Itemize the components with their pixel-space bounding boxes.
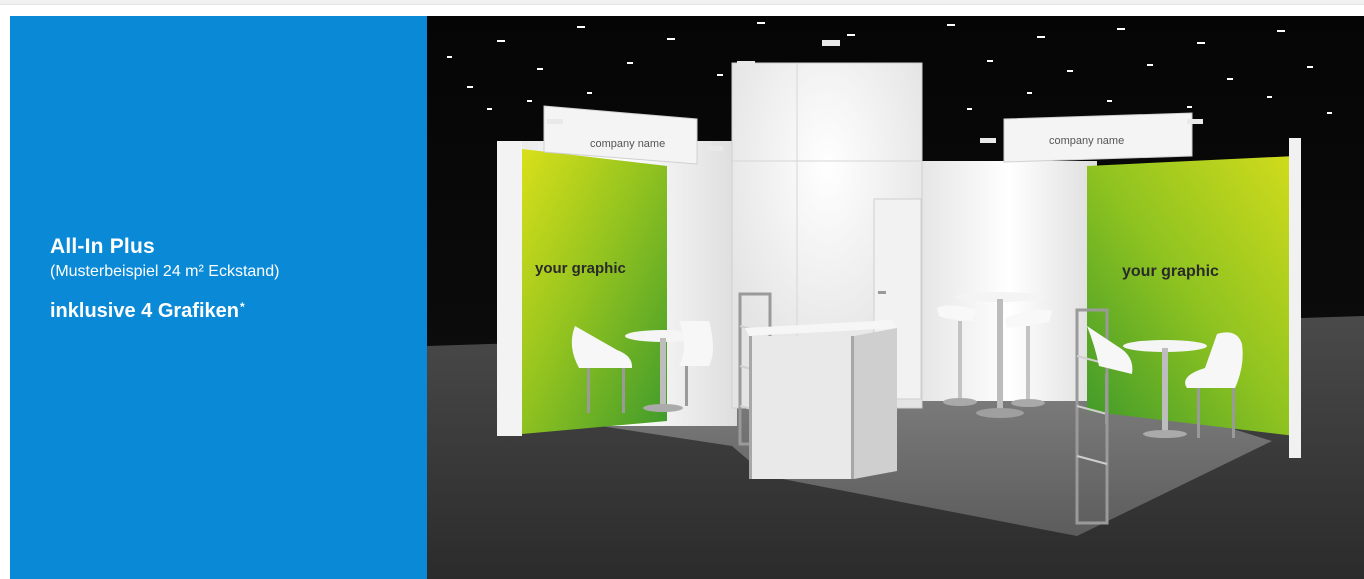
graphic-wall-right — [1087, 156, 1295, 436]
graphic-right-text: your graphic — [1122, 263, 1219, 280]
feature-text: inklusive 4 Grafiken — [50, 300, 239, 322]
footnote-mark: * — [239, 300, 245, 314]
top-divider — [0, 0, 1364, 5]
reception-counter — [745, 320, 897, 479]
graphic-left-text: your graphic — [535, 260, 626, 277]
graphic-wall-left — [522, 149, 667, 434]
package-subtitle: (Musterbeispiel 24 m² Eckstand) — [50, 263, 280, 280]
package-title: All-In Plus — [50, 235, 155, 258]
sign-left-text: company name — [590, 138, 665, 150]
info-panel: All-In Plus (Musterbeispiel 24 m² Ecksta… — [10, 16, 427, 579]
info-text-block: All-In Plus (Musterbeispiel 24 m² Ecksta… — [50, 235, 410, 323]
package-feature: inklusive 4 Grafiken* — [50, 299, 410, 323]
sign-right-text: company name — [1049, 135, 1124, 147]
back-wall-right — [922, 161, 1097, 401]
booth-render-image: your graphic your graphic company name c… — [427, 16, 1364, 579]
